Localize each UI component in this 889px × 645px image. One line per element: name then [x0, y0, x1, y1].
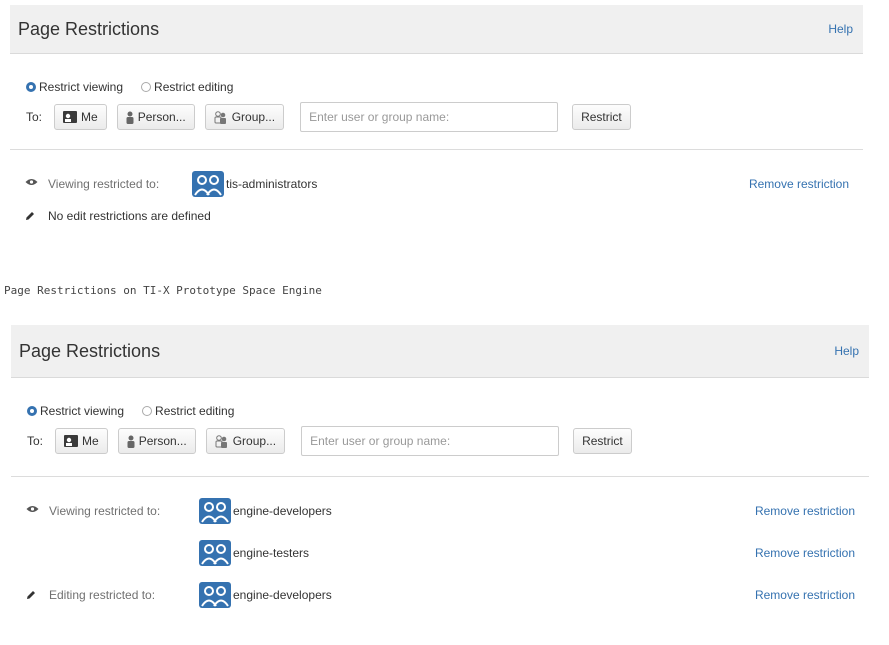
- group-label: Group...: [232, 434, 277, 448]
- viewing-restriction-row: Viewing restricted to: engine-developers…: [11, 498, 869, 524]
- group-button[interactable]: Group...: [205, 428, 286, 454]
- person-icon: [127, 435, 135, 448]
- help-link[interactable]: Help: [834, 344, 859, 358]
- restrict-viewing-radio[interactable]: Restrict viewing: [27, 404, 124, 418]
- restriction-type-radios: Restrict viewing Restrict editing: [26, 80, 863, 94]
- restricted-group: engine-developers: [199, 498, 332, 524]
- panel-header: Page Restrictions Help: [11, 325, 869, 378]
- radio-dot[interactable]: [142, 406, 153, 416]
- recipient-row: To: Me Person... Group... Restrict: [26, 102, 863, 132]
- radio-dot[interactable]: [27, 406, 37, 416]
- viewing-restricted-label: Viewing restricted to:: [49, 504, 161, 518]
- group-name: engine-developers: [233, 504, 332, 518]
- restrict-label: Restrict: [582, 434, 623, 448]
- group-small-icon: [215, 434, 227, 448]
- restricted-group: engine-testers: [199, 540, 309, 566]
- viewing-restriction-row: engine-testers Remove restriction: [11, 540, 869, 566]
- person-button[interactable]: Person...: [117, 428, 196, 454]
- person-button[interactable]: Person...: [116, 104, 195, 130]
- edit-restriction-row: No edit restrictions are defined: [10, 206, 863, 226]
- divider: [10, 149, 863, 150]
- me-icon: [64, 435, 79, 447]
- divider: [11, 476, 869, 477]
- remove-restriction-link[interactable]: Remove restriction: [749, 177, 849, 191]
- person-label: Person...: [137, 110, 186, 124]
- pencil-icon: [26, 212, 34, 220]
- remove-restriction-link[interactable]: Remove restriction: [755, 504, 855, 518]
- me-icon: [63, 111, 78, 123]
- restrict-editing-label: Restrict editing: [155, 404, 235, 418]
- person-label: Person...: [138, 434, 187, 448]
- me-label: Me: [81, 110, 98, 124]
- panel-header: Page Restrictions Help: [10, 5, 863, 54]
- pencil-icon: [27, 591, 35, 599]
- restrict-button[interactable]: Restrict: [573, 428, 632, 454]
- restrict-editing-radio[interactable]: Restrict editing: [141, 80, 233, 94]
- group-name: engine-testers: [233, 546, 310, 560]
- me-label: Me: [82, 434, 99, 448]
- editing-restriction-row: Editing restricted to: engine-developers…: [11, 582, 869, 608]
- to-label: To:: [26, 110, 43, 124]
- group-icon: [199, 540, 231, 566]
- eye-icon: [26, 506, 39, 512]
- restricted-group: engine-developers: [199, 582, 332, 608]
- user-group-input[interactable]: [300, 102, 559, 132]
- recipient-row: To: Me Person... Group... Restrict: [27, 426, 869, 456]
- eye-icon: [25, 179, 38, 185]
- restrict-editing-radio[interactable]: Restrict editing: [142, 404, 234, 418]
- group-icon: [199, 582, 231, 608]
- group-name: tis-administrators: [226, 177, 318, 191]
- group-name: engine-developers: [233, 588, 332, 602]
- page-restrictions-panel-2: Page Restrictions Help Restrict viewing …: [11, 325, 869, 608]
- person-icon: [126, 111, 134, 124]
- restricted-group: tis-administrators: [192, 171, 317, 197]
- me-button[interactable]: Me: [54, 104, 107, 130]
- group-icon: [199, 498, 231, 524]
- page-caption: Page Restrictions on TI-X Prototype Spac…: [4, 284, 322, 297]
- restrict-viewing-label: Restrict viewing: [40, 404, 125, 418]
- no-edit-restrictions-text: No edit restrictions are defined: [48, 209, 211, 223]
- radio-dot[interactable]: [141, 82, 152, 92]
- restrict-viewing-label: Restrict viewing: [39, 80, 124, 94]
- radio-dot[interactable]: [26, 82, 36, 92]
- help-link[interactable]: Help: [828, 22, 853, 36]
- restriction-type-radios: Restrict viewing Restrict editing: [27, 404, 869, 418]
- group-button[interactable]: Group...: [204, 104, 285, 130]
- restrict-button[interactable]: Restrict: [572, 104, 631, 130]
- restrict-editing-label: Restrict editing: [154, 80, 234, 94]
- to-label: To:: [27, 434, 44, 448]
- me-button[interactable]: Me: [55, 428, 108, 454]
- group-icon: [192, 171, 224, 197]
- panel-title: Page Restrictions: [19, 340, 161, 361]
- remove-restriction-link[interactable]: Remove restriction: [755, 546, 855, 560]
- panel-title: Page Restrictions: [18, 18, 160, 39]
- editing-restricted-label: Editing restricted to:: [49, 588, 156, 602]
- user-group-input[interactable]: [301, 426, 560, 456]
- restrict-viewing-radio[interactable]: Restrict viewing: [26, 80, 123, 94]
- viewing-restriction-row: Viewing restricted to: tis-administrator…: [10, 171, 863, 197]
- group-label: Group...: [231, 110, 276, 124]
- restrict-label: Restrict: [581, 110, 622, 124]
- viewing-restricted-label: Viewing restricted to:: [48, 177, 160, 191]
- group-small-icon: [214, 110, 226, 124]
- page-restrictions-panel-1: Page Restrictions Help Restrict viewing …: [10, 5, 863, 226]
- remove-restriction-link[interactable]: Remove restriction: [755, 588, 855, 602]
